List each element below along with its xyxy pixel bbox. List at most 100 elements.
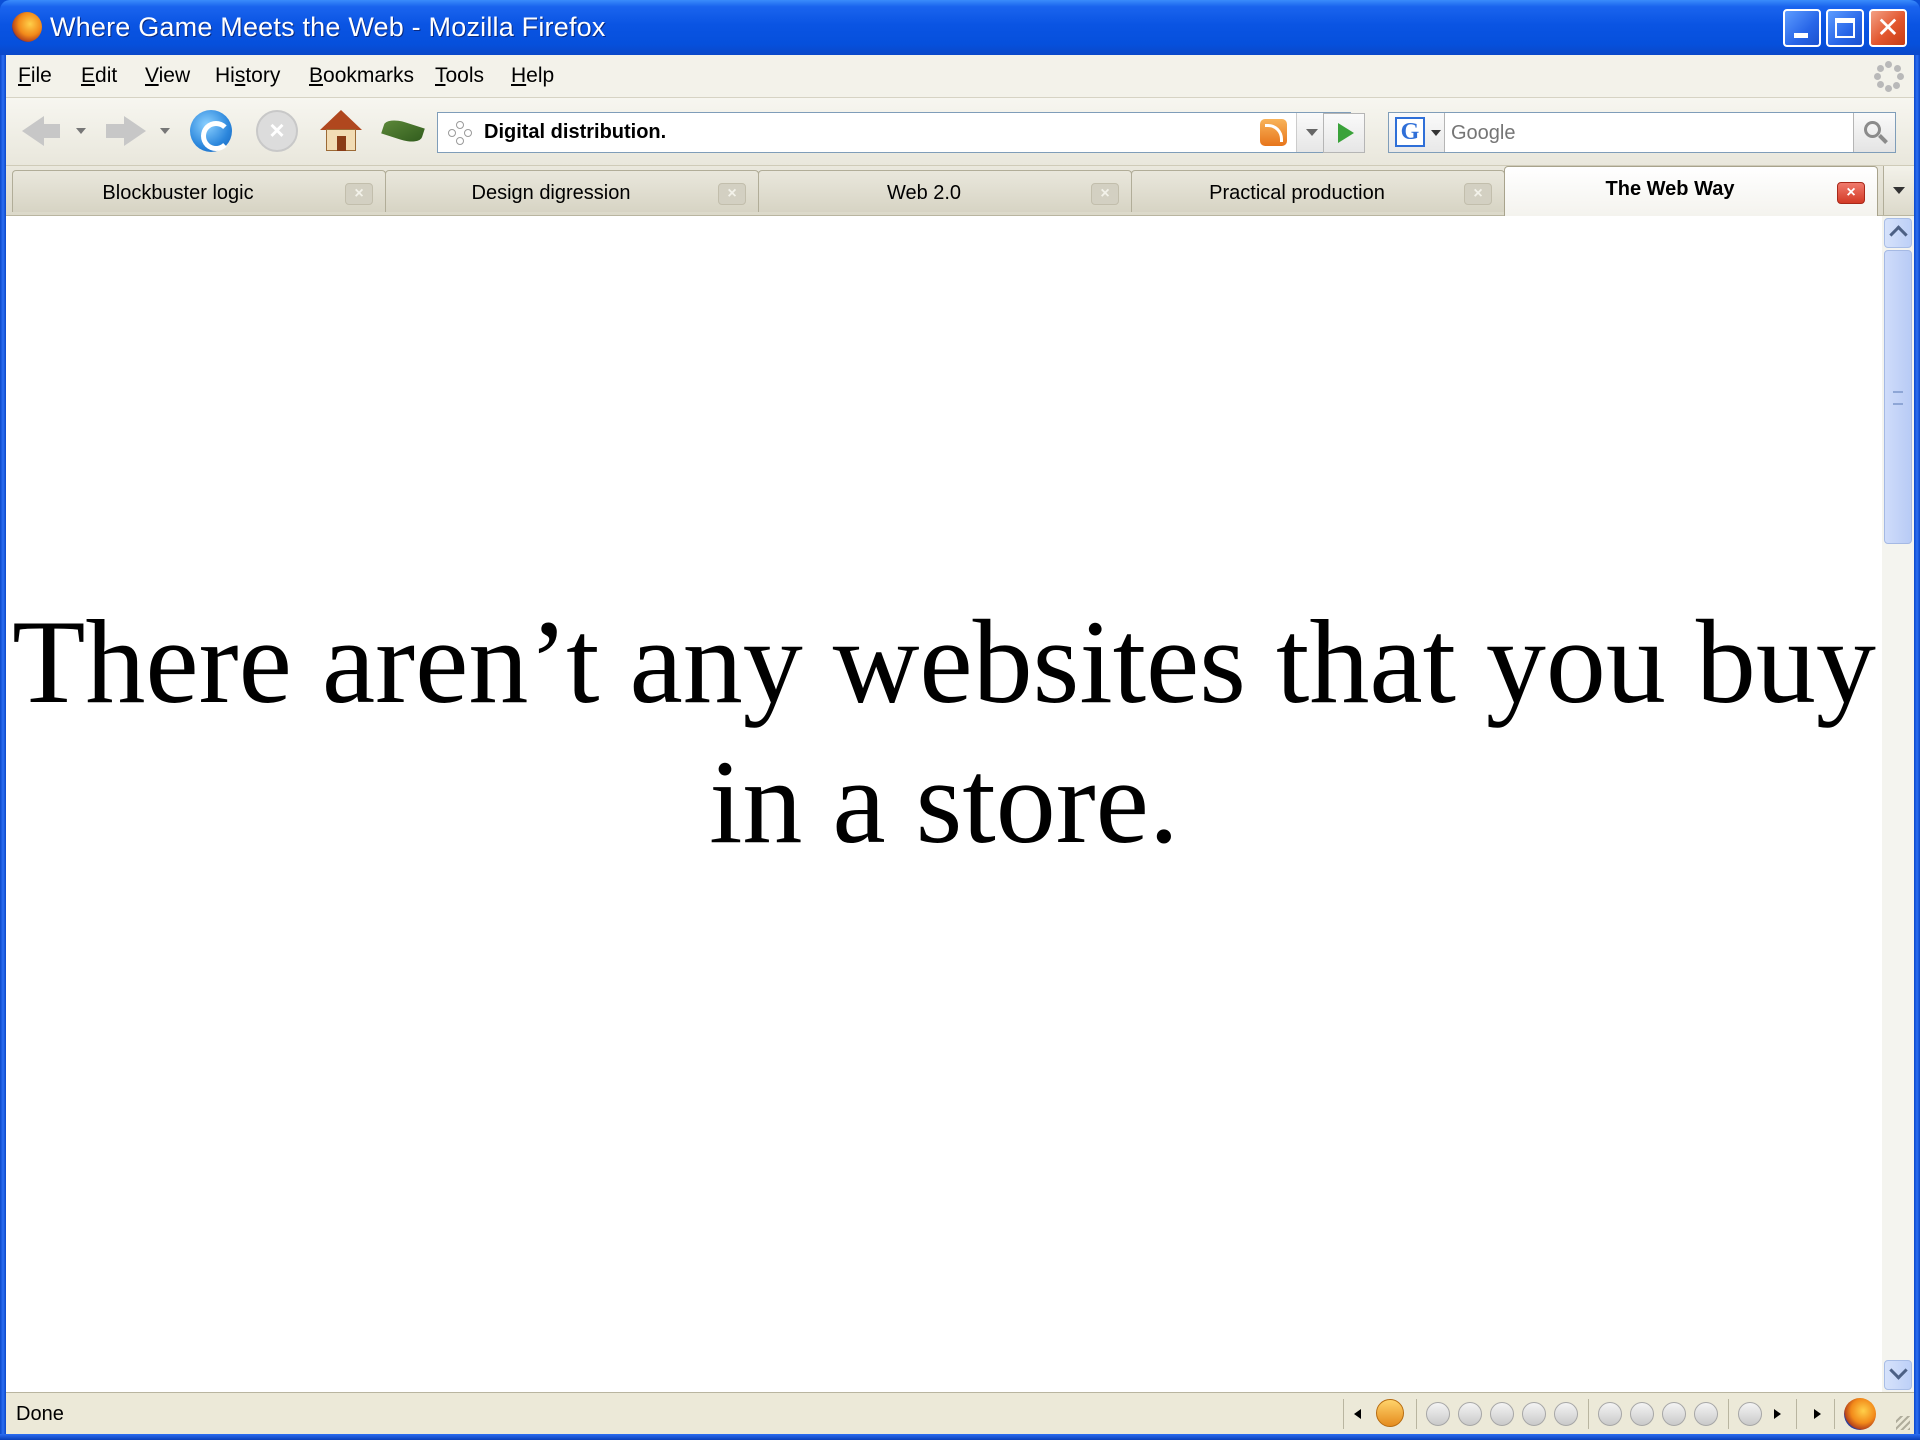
search-bar: G bbox=[1388, 112, 1896, 153]
tab-web-2-0[interactable]: Web 2.0 × bbox=[758, 170, 1132, 212]
tab-blockbuster-logic[interactable]: Blockbuster logic × bbox=[12, 170, 386, 212]
leaf-icon bbox=[381, 116, 425, 146]
site-identity-icon[interactable] bbox=[448, 121, 472, 145]
tab-label: Design digression bbox=[471, 182, 631, 204]
tab-label: Web 2.0 bbox=[886, 182, 962, 204]
menu-bookmarks[interactable]: Bookmarks bbox=[309, 64, 414, 88]
status-divider bbox=[1796, 1399, 1797, 1429]
scroll-down-button[interactable] bbox=[1884, 1360, 1912, 1390]
tab-close-button[interactable]: × bbox=[345, 183, 373, 205]
status-scroll-right-icon[interactable] bbox=[1814, 1409, 1821, 1419]
status-divider bbox=[1728, 1399, 1729, 1429]
tab-close-button[interactable]: × bbox=[1464, 183, 1492, 205]
reload-button[interactable] bbox=[188, 108, 234, 154]
close-window-button[interactable]: ✕ bbox=[1869, 9, 1907, 47]
stop-icon: × bbox=[256, 110, 298, 152]
search-engine-selector[interactable]: G bbox=[1389, 113, 1445, 152]
close-icon: ✕ bbox=[1876, 12, 1900, 43]
media-next-icon[interactable] bbox=[1554, 1402, 1578, 1426]
scroll-thumb[interactable] bbox=[1884, 250, 1912, 544]
vertical-scrollbar[interactable] bbox=[1882, 216, 1914, 1392]
menu-history-prefix: Hi bbox=[215, 64, 235, 87]
media-play-icon[interactable] bbox=[1458, 1402, 1482, 1426]
scroll-up-button[interactable] bbox=[1884, 218, 1912, 248]
menu-tools[interactable]: Tools bbox=[435, 64, 484, 88]
music-note-icon[interactable] bbox=[1376, 1399, 1404, 1427]
leaf-extension-button[interactable] bbox=[380, 108, 426, 154]
tab-design-digression[interactable]: Design digression × bbox=[385, 170, 759, 212]
menu-history-accel: s bbox=[234, 64, 246, 87]
status-text: Done bbox=[16, 1403, 64, 1425]
menu-help[interactable]: Help bbox=[511, 64, 554, 88]
menu-view[interactable]: View bbox=[145, 64, 190, 88]
tab-strip: Blockbuster logic × Design digression × … bbox=[6, 166, 1914, 216]
throbber-icon bbox=[1874, 61, 1904, 92]
search-button[interactable] bbox=[1853, 113, 1895, 152]
status-divider bbox=[1588, 1399, 1589, 1429]
menu-bookmarks-label: ookmarks bbox=[323, 64, 415, 87]
window-frame-left bbox=[0, 55, 6, 1434]
tab-the-web-way[interactable]: The Web Way × bbox=[1504, 166, 1878, 216]
url-history-dropdown[interactable] bbox=[1296, 113, 1326, 152]
forward-button[interactable] bbox=[102, 108, 148, 154]
tab-close-button[interactable]: × bbox=[1091, 183, 1119, 205]
menu-file-accel: F bbox=[18, 64, 31, 87]
all-tabs-dropdown[interactable] bbox=[1883, 166, 1914, 215]
title-bar[interactable]: Where Game Meets the Web - Mozilla Firef… bbox=[0, 0, 1920, 55]
media-panel-expand-icon[interactable] bbox=[1774, 1409, 1781, 1419]
back-button[interactable] bbox=[18, 108, 64, 154]
status-divider bbox=[1416, 1399, 1417, 1429]
page-content: There aren’t any websites that you buy i… bbox=[6, 216, 1882, 1392]
resize-grip-icon[interactable] bbox=[1896, 1416, 1910, 1430]
media-stop-icon[interactable] bbox=[1522, 1402, 1546, 1426]
media-down-icon[interactable] bbox=[1694, 1402, 1718, 1426]
firefox-icon bbox=[12, 12, 42, 42]
media-previous-icon[interactable] bbox=[1426, 1402, 1450, 1426]
url-text[interactable]: Digital distribution. bbox=[484, 121, 666, 144]
media-eject-icon[interactable] bbox=[1630, 1402, 1654, 1426]
go-button[interactable] bbox=[1323, 113, 1365, 153]
menu-view-accel: V bbox=[145, 64, 159, 87]
window-frame-bottom bbox=[0, 1434, 1920, 1440]
menu-history-label: tory bbox=[245, 64, 281, 87]
tab-label: Blockbuster logic bbox=[102, 182, 254, 204]
menu-file-label: ile bbox=[30, 64, 52, 87]
menu-history[interactable]: History bbox=[215, 64, 280, 88]
slide-text: There aren’t any websites that you buy i… bbox=[12, 595, 1876, 868]
tab-close-button[interactable]: × bbox=[718, 183, 746, 205]
tab-practical-production[interactable]: Practical production × bbox=[1131, 170, 1505, 212]
media-note-icon[interactable] bbox=[1598, 1402, 1622, 1426]
search-input[interactable] bbox=[1451, 119, 1821, 147]
window-title: Where Game Meets the Web - Mozilla Firef… bbox=[50, 12, 606, 42]
minimize-button[interactable] bbox=[1783, 9, 1821, 47]
status-divider bbox=[1343, 1399, 1344, 1429]
media-pause-icon[interactable] bbox=[1490, 1402, 1514, 1426]
browser-window: Where Game Meets the Web - Mozilla Firef… bbox=[0, 0, 1920, 1440]
home-button[interactable] bbox=[318, 108, 364, 154]
media-up-icon[interactable] bbox=[1662, 1402, 1686, 1426]
firefox-status-icon[interactable] bbox=[1844, 1398, 1876, 1430]
menu-help-label: elp bbox=[526, 64, 555, 87]
menu-tools-label: ools bbox=[445, 64, 485, 87]
media-prev-panel-icon[interactable] bbox=[1354, 1409, 1361, 1419]
status-divider bbox=[1834, 1399, 1835, 1429]
url-bar[interactable]: Digital distribution. bbox=[437, 112, 1351, 153]
maximize-button[interactable] bbox=[1826, 9, 1864, 47]
forward-history-dropdown-icon[interactable] bbox=[160, 128, 170, 134]
menu-bookmarks-accel: B bbox=[309, 64, 324, 87]
window-frame-right bbox=[1914, 55, 1920, 1434]
menu-file[interactable]: File bbox=[18, 64, 52, 88]
back-history-dropdown-icon[interactable] bbox=[76, 128, 86, 134]
reload-icon bbox=[190, 110, 232, 152]
rss-feed-icon[interactable] bbox=[1260, 119, 1287, 146]
menu-edit[interactable]: Edit bbox=[81, 64, 117, 88]
minimize-icon bbox=[1794, 33, 1808, 38]
tab-close-button[interactable]: × bbox=[1837, 182, 1865, 204]
menu-tools-accel: T bbox=[435, 64, 446, 87]
menu-help-accel: H bbox=[511, 64, 527, 87]
menu-view-label: iew bbox=[158, 64, 191, 87]
stop-button[interactable]: × bbox=[254, 108, 300, 154]
volume-icon[interactable] bbox=[1738, 1402, 1762, 1426]
menu-edit-label: dit bbox=[95, 64, 118, 87]
tab-label: The Web Way bbox=[1605, 178, 1735, 200]
